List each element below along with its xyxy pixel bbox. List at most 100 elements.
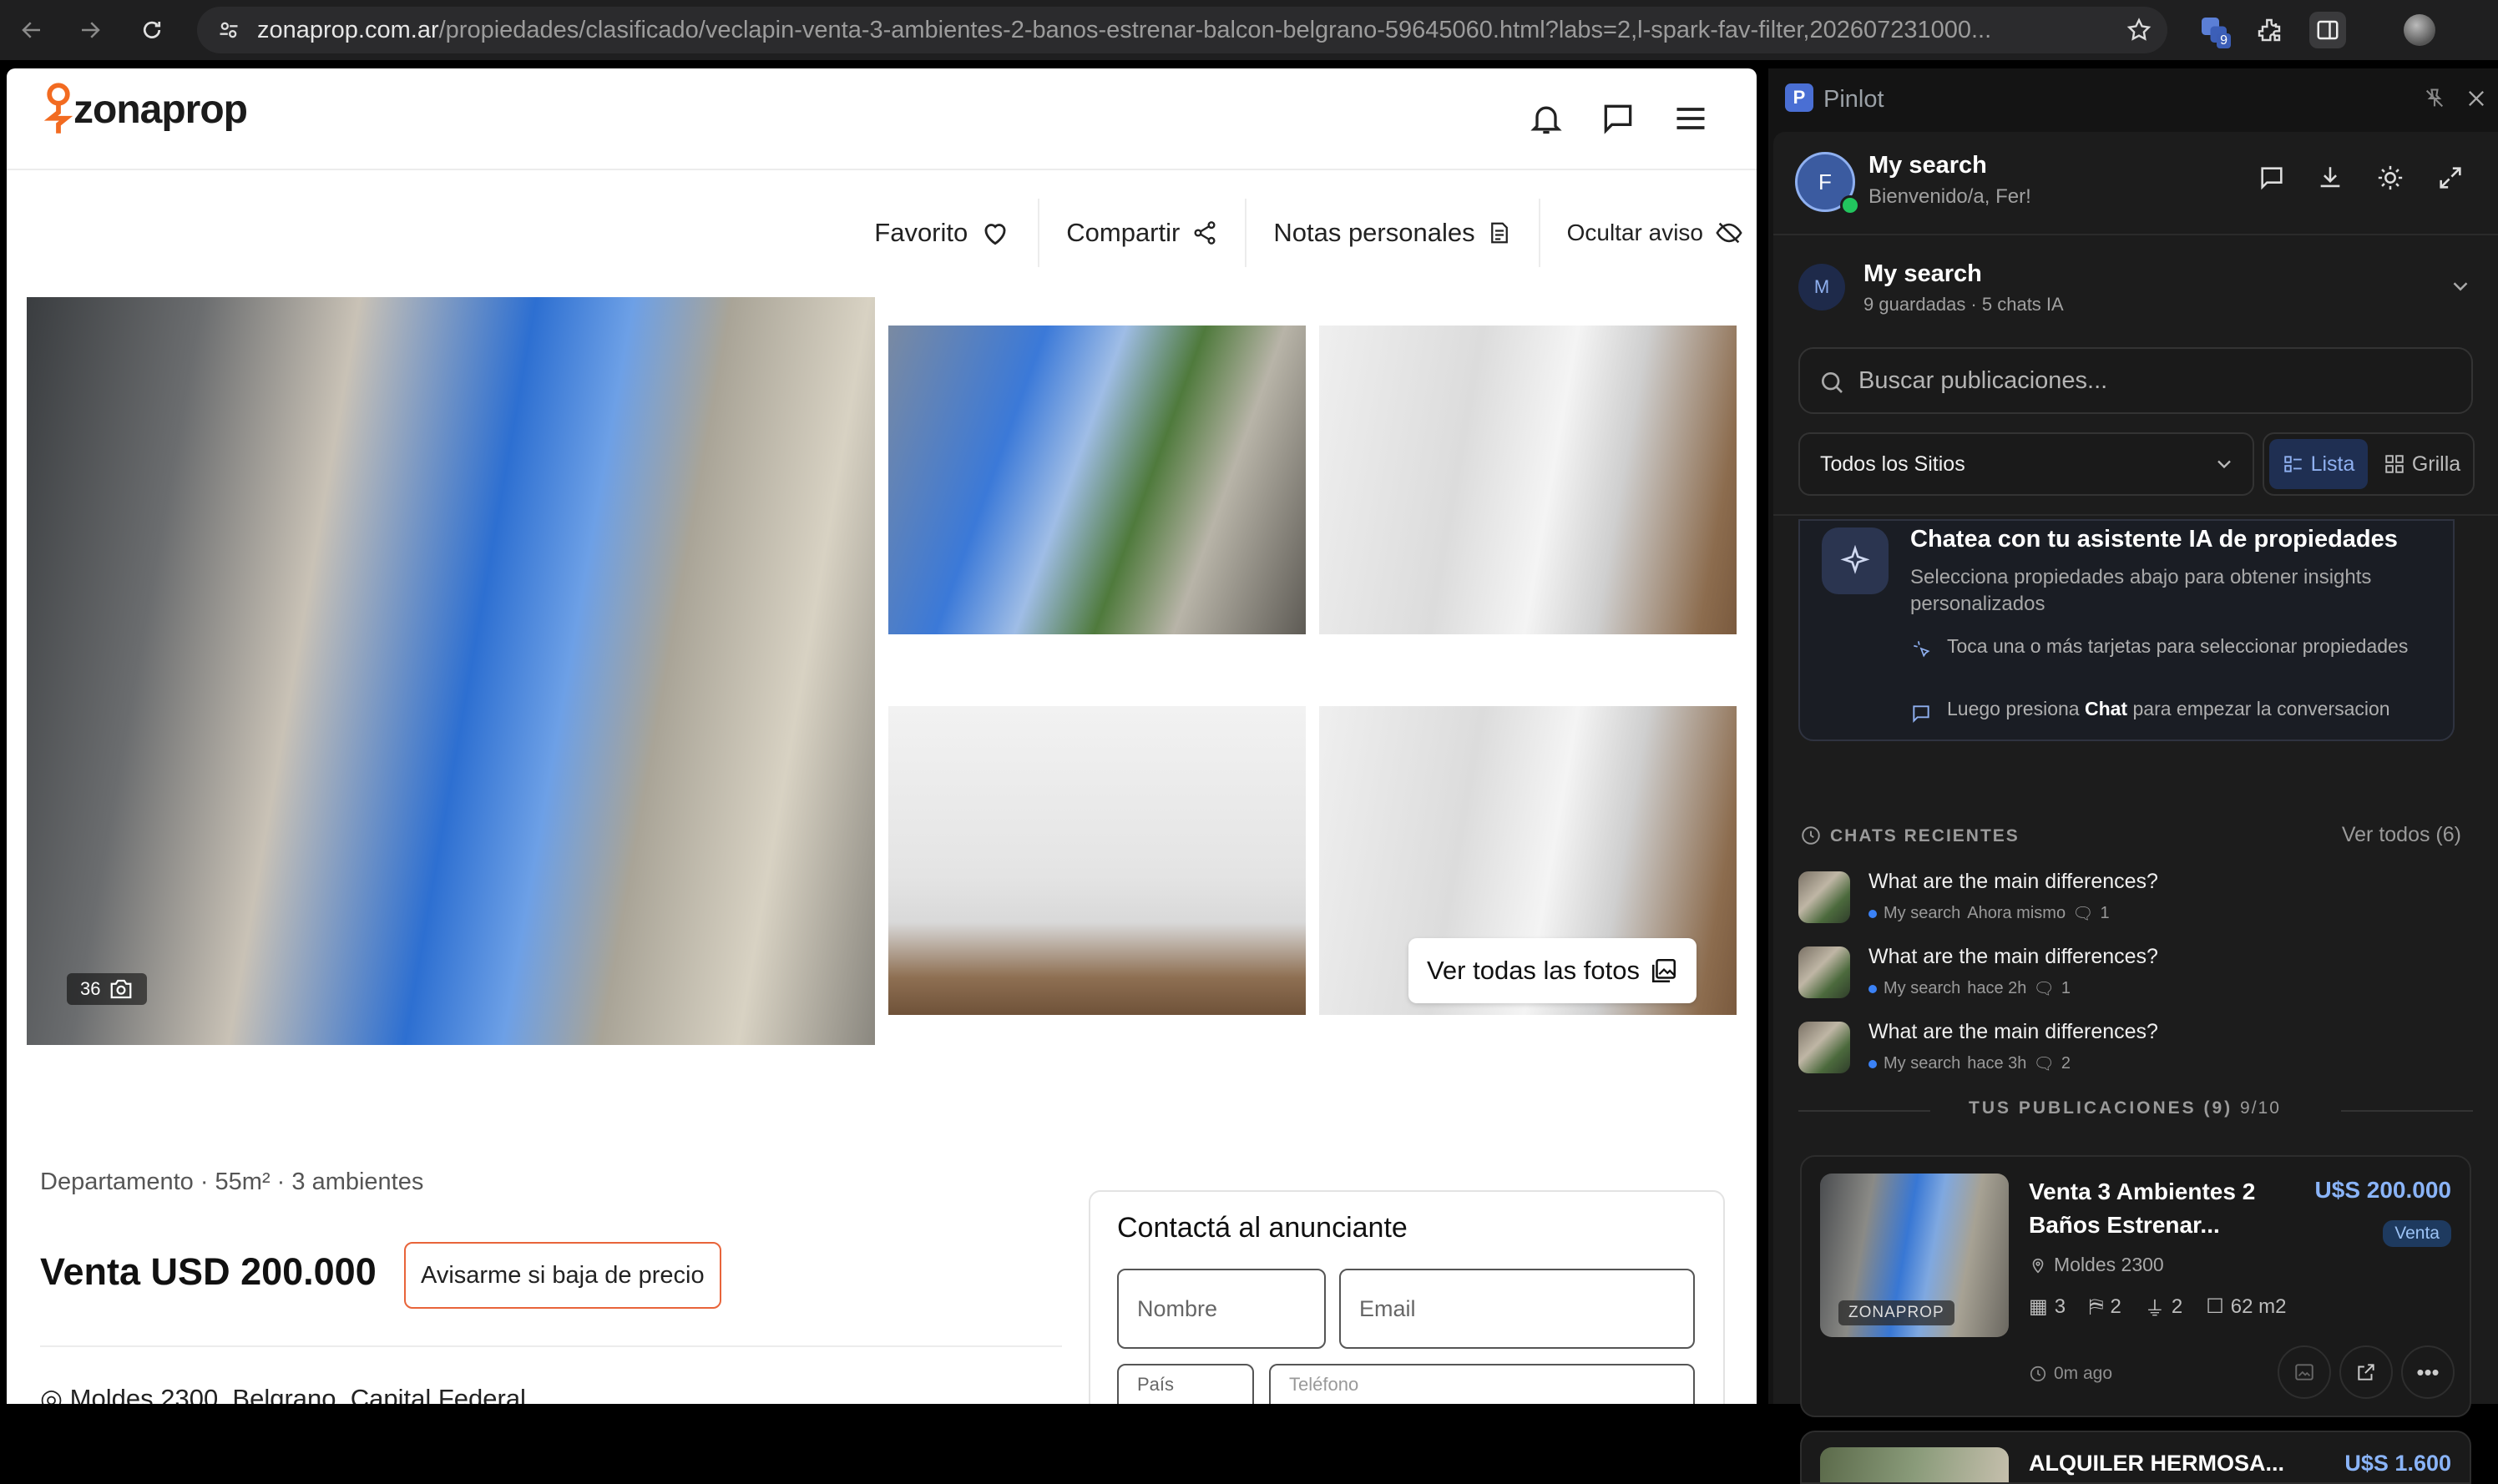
profile-avatar[interactable]: [2401, 12, 2438, 48]
grid-view-button[interactable]: Grilla: [2373, 439, 2471, 489]
gallery-photo[interactable]: [1319, 326, 1737, 634]
zonaprop-page: zonaprop Favorito Compartir Notas person…: [7, 68, 1757, 1404]
extensions-puzzle-icon[interactable]: [2251, 12, 2288, 48]
chat-meta: My search hace 2h 🗨 1: [1868, 978, 2071, 999]
back-button[interactable]: [13, 12, 50, 48]
see-all-chats-link[interactable]: Ver todos (6): [2342, 823, 2461, 847]
personal-notes-button[interactable]: Notas personales: [1245, 199, 1538, 267]
main-photo[interactable]: 36: [27, 297, 875, 1045]
listing-price: U$S 1.600: [2344, 1451, 2451, 1476]
listing-card[interactable]: ALQUILER HERMOSA... U$S 1.600: [1800, 1431, 2471, 1484]
chat-icon[interactable]: [2258, 164, 2286, 192]
favorite-button[interactable]: Favorito: [847, 199, 1038, 267]
forward-button[interactable]: [72, 12, 109, 48]
list-view-button[interactable]: Lista: [2269, 439, 2368, 489]
listing-image-button[interactable]: [2278, 1345, 2331, 1399]
messages-icon[interactable]: [1600, 100, 1640, 140]
logo-text: zonaprop: [73, 87, 248, 132]
chat-list-item[interactable]: What are the main differences? My search…: [1798, 941, 2466, 1008]
phone-field[interactable]: Teléfono: [1269, 1364, 1695, 1404]
site-info-icon[interactable]: [217, 18, 240, 42]
user-greeting: Bienvenido/a, Fer!: [1868, 185, 2031, 208]
gallery-icon: [1651, 958, 1676, 983]
eye-off-icon: [1716, 222, 1742, 244]
chat-meta: My search hace 3h 🗨 2: [1868, 1053, 2071, 1074]
notes-label: Notas personales: [1273, 218, 1475, 247]
heart-icon: [984, 224, 1006, 245]
zonaprop-logo[interactable]: zonaprop: [43, 82, 248, 137]
zonaprop-logo-icon: [43, 83, 73, 134]
pinlot-logo-icon: P: [1785, 83, 1813, 112]
chat-thumbnail: [1798, 1022, 1850, 1073]
chat-title: What are the main differences?: [1868, 870, 2158, 893]
workspace-name: My search: [1863, 260, 1982, 287]
theme-sun-icon[interactable]: [2376, 164, 2404, 192]
reload-icon: [143, 21, 161, 38]
divider: [40, 1345, 1062, 1347]
notifications-bell-icon[interactable]: [1528, 100, 1568, 140]
bedrooms-feature: ⛿ 2: [2089, 1295, 2121, 1318]
listing-card[interactable]: ZONAPROP Venta 3 Ambientes 2 Baños Estre…: [1800, 1155, 2471, 1417]
camera-icon: [111, 979, 132, 999]
rooms-icon: ▦: [2029, 1295, 2048, 1318]
hamburger-menu-icon[interactable]: [1671, 100, 1712, 140]
see-all-photos-button[interactable]: Ver todas las fotos: [1408, 938, 1697, 1003]
external-link-icon: [2358, 1364, 2374, 1381]
download-icon[interactable]: [2316, 164, 2344, 192]
unpin-icon[interactable]: [2423, 87, 2446, 110]
open-external-button[interactable]: [2339, 1345, 2393, 1399]
address-bar[interactable]: zonaprop.com.ar/propiedades/clasificado/…: [197, 7, 2167, 53]
side-panel-icon[interactable]: [2309, 12, 2346, 48]
hide-label: Ocultar aviso: [1566, 220, 1703, 245]
clock-icon: [2030, 1365, 2046, 1382]
more-options-icon[interactable]: •••: [2401, 1345, 2455, 1399]
share-button[interactable]: Compartir: [1038, 199, 1245, 267]
online-status-dot: [1840, 195, 1860, 215]
listing-thumbnail: [1820, 1447, 2009, 1482]
reload-button[interactable]: [134, 12, 170, 48]
chat-meta: My search Ahora mismo 🗨 1: [1868, 903, 2110, 924]
ai-card-title: Chatea con tu asistente IA de propiedade…: [1910, 526, 2398, 553]
ai-card-step2: Luego presiona Chat para empezar la conv…: [1947, 698, 2390, 719]
gallery-photo[interactable]: [888, 706, 1306, 1015]
message-count-icon: 🗨: [2072, 905, 2094, 923]
search-input[interactable]: Buscar publicaciones...: [1798, 347, 2473, 414]
chat-bubble-icon: [1913, 705, 1929, 724]
clock-icon: [1802, 826, 1820, 845]
workspace-selector[interactable]: M My search 9 guardadas · 5 chats IA: [1773, 240, 2498, 341]
photo-count-badge: 36: [67, 973, 148, 1005]
chat-thumbnail: [1798, 946, 1850, 998]
arrow-left-icon: [22, 22, 40, 38]
email-field[interactable]: Email: [1339, 1269, 1695, 1349]
view-toggle: Lista Grilla: [2263, 432, 2475, 496]
price-alert-button[interactable]: Avisarme si baja de precio: [404, 1242, 721, 1309]
expand-icon[interactable]: [2436, 164, 2465, 192]
ai-assistant-card: Chatea con tu asistente IA de propiedade…: [1798, 519, 2455, 741]
gallery-photo[interactable]: Ver todas las fotos: [1319, 706, 1737, 1015]
hide-listing-button[interactable]: Ocultar aviso: [1538, 199, 1757, 267]
country-select[interactable]: País: [1117, 1364, 1254, 1404]
image-icon: [2295, 1364, 2313, 1381]
listing-type-badge: Venta: [2383, 1220, 2451, 1247]
location-pin-icon: [2032, 1258, 2044, 1273]
chat-list-item[interactable]: What are the main differences? My search…: [1798, 1017, 2466, 1083]
site-filter-select[interactable]: Todos los Sitios: [1798, 432, 2254, 496]
chat-list-item[interactable]: What are the main differences? My search…: [1798, 866, 2466, 933]
url-text: zonaprop.com.ar/propiedades/clasificado/…: [257, 17, 1992, 43]
close-panel-icon[interactable]: [2465, 87, 2488, 110]
panel-title: Pinlot: [1823, 86, 1884, 113]
translate-extension-icon[interactable]: 9: [2196, 12, 2233, 48]
workspace-meta: 9 guardadas · 5 chats IA: [1863, 294, 2064, 315]
grid-icon: [2385, 455, 2404, 473]
share-icon: [1194, 221, 1216, 245]
notes-icon: [1490, 222, 1508, 244]
divider: [1773, 234, 2498, 235]
workspace-avatar: M: [1798, 264, 1845, 310]
chevron-down-icon: [2217, 460, 2231, 469]
listing-title: ALQUILER HERMOSA...: [2029, 1451, 2285, 1476]
bookmark-star-icon[interactable]: [2126, 17, 2152, 43]
rooms-feature: ▦ 3: [2029, 1295, 2066, 1319]
name-field[interactable]: Nombre: [1117, 1269, 1326, 1349]
message-count-icon: 🗨: [2033, 1055, 2055, 1073]
gallery-photo[interactable]: [888, 326, 1306, 634]
